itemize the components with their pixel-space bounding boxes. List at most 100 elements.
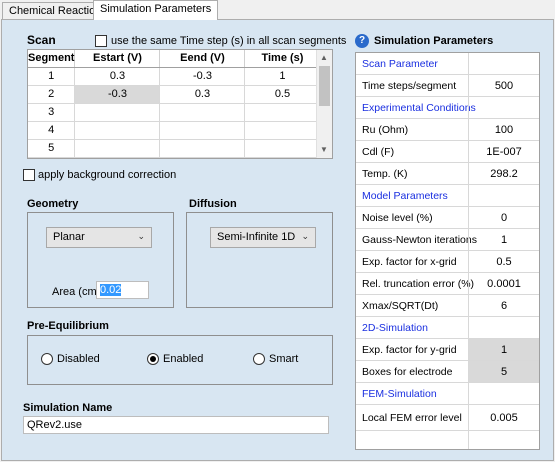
param-row-y-grid[interactable]: Exp. factor for y-grid 1 (356, 339, 539, 361)
param-value[interactable]: 0 (468, 207, 539, 228)
section-label: 2D-Simulation (362, 322, 428, 334)
same-time-step-label: use the same Time step (s) in all scan s… (111, 35, 347, 47)
pre-equilibrium-title: Pre-Equilibrium (27, 320, 109, 332)
estart-cell[interactable] (74, 139, 161, 158)
param-value[interactable]: 5 (468, 361, 539, 382)
param-value[interactable]: 1 (468, 339, 539, 360)
help-icon[interactable]: ? (355, 34, 369, 48)
section-label: Experimental Conditions (362, 102, 476, 114)
param-row-x-grid[interactable]: Exp. factor for x-grid 0.5 (356, 251, 539, 273)
radio-smart[interactable] (253, 353, 265, 365)
param-row-boxes-electrode[interactable]: Boxes for electrode 5 (356, 361, 539, 383)
param-row-cdl[interactable]: Cdl (F) 1E-007 (356, 141, 539, 163)
table-row[interactable]: 3 (28, 103, 321, 122)
param-value[interactable]: 0.0001 (468, 273, 539, 294)
diffusion-select[interactable]: Semi-Infinite 1D ⌄ (210, 227, 316, 248)
eend-cell[interactable] (159, 103, 246, 122)
section-label: FEM-Simulation (362, 388, 437, 400)
segment-cell: 1 (28, 67, 76, 86)
time-cell[interactable]: 1 (244, 67, 321, 86)
section-experimental-conditions: Experimental Conditions (356, 97, 539, 119)
geometry-title: Geometry (27, 198, 79, 210)
tab-simulation-parameters[interactable]: Simulation Parameters (93, 0, 219, 20)
scrollbar-thumb[interactable] (319, 66, 330, 106)
column-header: Segment (28, 50, 76, 68)
column-header: Estart (V) (74, 50, 161, 68)
table-row[interactable]: 5 (28, 139, 321, 158)
param-label: Rel. truncation error (%) (362, 278, 475, 290)
param-value[interactable]: 298.2 (468, 163, 539, 184)
column-header: Eend (V) (159, 50, 246, 68)
param-row-gauss-newton[interactable]: Gauss-Newton iterations 1 (356, 229, 539, 251)
param-row-temp[interactable]: Temp. (K) 298.2 (356, 163, 539, 185)
radio-enabled-label: Enabled (163, 353, 204, 365)
table-scrollbar[interactable]: ▲ ▼ (316, 50, 332, 158)
area-input[interactable]: 0.02 (96, 281, 149, 299)
section-model-parameters: Model Parameters (356, 185, 539, 207)
param-row-noise-level[interactable]: Noise level (%) 0 (356, 207, 539, 229)
param-value[interactable]: 0.5 (468, 251, 539, 272)
param-value[interactable]: 500 (468, 75, 539, 96)
column-header: Time (s) (244, 50, 321, 68)
table-row[interactable]: 2 -0.3 0.3 0.5 (28, 85, 321, 104)
section-label: Model Parameters (362, 190, 448, 202)
scan-title: Scan (27, 33, 56, 47)
param-row-empty (356, 431, 539, 449)
eend-cell[interactable]: 0.3 (159, 85, 246, 104)
estart-cell[interactable] (74, 121, 161, 140)
simulation-parameters-grid[interactable]: Scan Parameter Time steps/segment 500 Ex… (355, 52, 540, 450)
param-value[interactable]: 1E-007 (468, 141, 539, 162)
diffusion-selected-value: Semi-Infinite 1D (217, 231, 296, 243)
chevron-down-icon: ⌄ (137, 231, 145, 241)
same-time-step-checkbox[interactable] (95, 35, 107, 47)
time-cell[interactable] (244, 139, 321, 158)
section-value (468, 317, 539, 338)
param-label: Cdl (F) (362, 146, 395, 158)
radio-enabled[interactable] (147, 353, 159, 365)
param-label: Exp. factor for x-grid (362, 256, 457, 268)
background-correction-checkbox[interactable] (23, 169, 35, 181)
param-value[interactable]: 6 (468, 295, 539, 316)
geometry-select[interactable]: Planar ⌄ (46, 227, 152, 248)
table-row[interactable]: 1 0.3 -0.3 1 (28, 67, 321, 86)
eend-cell[interactable]: -0.3 (159, 67, 246, 86)
section-value (468, 383, 539, 404)
param-label: Exp. factor for y-grid (362, 344, 457, 356)
geometry-selected-value: Planar (53, 231, 85, 243)
section-value (468, 185, 539, 206)
param-row-fem-error[interactable]: Local FEM error level 0.005 (356, 405, 539, 431)
radio-disabled[interactable] (41, 353, 53, 365)
estart-cell[interactable]: -0.3 (74, 85, 161, 104)
scan-segments-table[interactable]: Segment Estart (V) Eend (V) Time (s) 1 0… (27, 49, 333, 159)
param-row-ru[interactable]: Ru (Ohm) 100 (356, 119, 539, 141)
simulation-parameters-title: Simulation Parameters (374, 35, 494, 47)
simulation-name-input[interactable]: QRev2.use (23, 416, 329, 434)
background-correction-label: apply background correction (38, 169, 177, 181)
param-label: Temp. (K) (362, 168, 408, 180)
param-row-time-steps[interactable]: Time steps/segment 500 (356, 75, 539, 97)
param-label: Gauss-Newton iterations (362, 234, 477, 246)
table-row[interactable]: 4 (28, 121, 321, 140)
segment-cell: 5 (28, 139, 76, 158)
segment-cell: 4 (28, 121, 76, 140)
eend-cell[interactable] (159, 139, 246, 158)
chevron-down-icon: ⌄ (301, 231, 309, 241)
estart-cell[interactable] (74, 103, 161, 122)
segment-cell: 3 (28, 103, 76, 122)
param-value[interactable]: 0.005 (468, 405, 539, 430)
table-header-row: Segment Estart (V) Eend (V) Time (s) (28, 50, 321, 68)
param-label: Local FEM error level (362, 412, 462, 424)
param-value (468, 431, 539, 449)
param-value[interactable]: 1 (468, 229, 539, 250)
time-cell[interactable] (244, 103, 321, 122)
time-cell[interactable] (244, 121, 321, 140)
scroll-down-icon[interactable]: ▼ (320, 145, 328, 154)
time-cell[interactable]: 0.5 (244, 85, 321, 104)
scroll-up-icon[interactable]: ▲ (320, 53, 328, 62)
param-label: Time steps/segment (362, 80, 457, 92)
param-value[interactable]: 100 (468, 119, 539, 140)
eend-cell[interactable] (159, 121, 246, 140)
param-row-xmax[interactable]: Xmax/SQRT(Dt) 6 (356, 295, 539, 317)
estart-cell[interactable]: 0.3 (74, 67, 161, 86)
param-row-truncation-error[interactable]: Rel. truncation error (%) 0.0001 (356, 273, 539, 295)
